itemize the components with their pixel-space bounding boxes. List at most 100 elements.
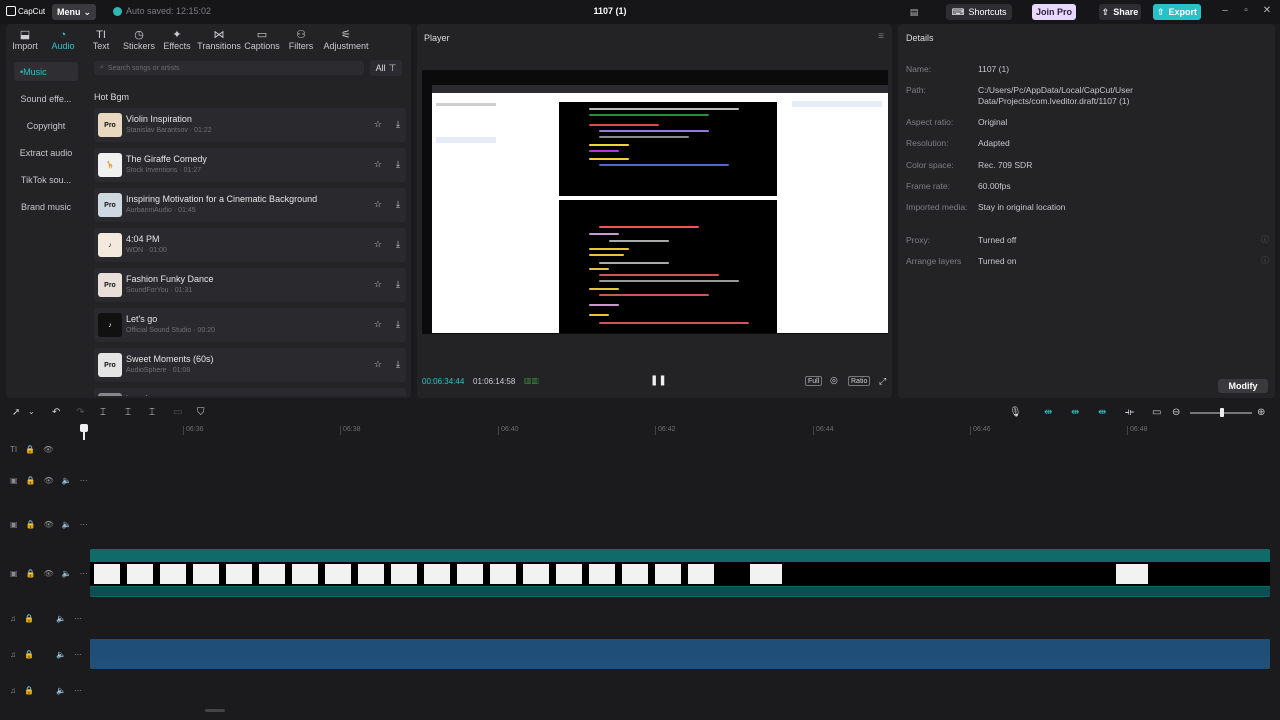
eye-icon[interactable]: 👁	[44, 569, 54, 578]
star-icon[interactable]: ☆	[374, 319, 382, 330]
speaker-icon[interactable]: 🔈	[62, 476, 72, 485]
magnet-icon[interactable]: ⇹	[1071, 407, 1079, 418]
maximize-icon[interactable]: ▫	[1240, 5, 1252, 17]
zoom-out-icon[interactable]: ⊖	[1172, 407, 1180, 418]
video-clip[interactable]	[90, 549, 1270, 597]
lock-icon[interactable]: 🔒	[24, 650, 34, 659]
timeline-ruler[interactable]: 06:36 06:38 06:40 06:42 06:44 06:46 06:4…	[90, 424, 1280, 436]
timeline-scrollbar[interactable]	[205, 709, 225, 712]
list-item[interactable]: 🦒 The Giraffe Comedy Stock Inventions · 01…	[94, 148, 406, 182]
split-right-icon[interactable]: ⌶	[149, 407, 155, 418]
link-main-track-icon[interactable]: ⇹	[1044, 407, 1052, 418]
layout-icon[interactable]: ▤	[904, 4, 924, 20]
lock-icon[interactable]: 🔒	[25, 445, 35, 454]
export-button[interactable]: ⇧ Export	[1153, 4, 1201, 20]
download-icon[interactable]: ⤓	[396, 199, 400, 210]
star-icon[interactable]: ☆	[374, 199, 382, 210]
lock-icon[interactable]: 🔒	[24, 614, 34, 623]
caption-icon[interactable]: ▭	[1152, 407, 1161, 418]
menu-button[interactable]: Menu ⌄	[52, 4, 96, 20]
tab-stickers[interactable]: ◷ Stickers	[120, 26, 158, 54]
full-quality-button[interactable]: Full	[805, 376, 823, 386]
star-icon[interactable]: ☆	[374, 159, 382, 170]
list-item[interactable]: Pro Fashion Funky Dance SoundForYou · 01:3…	[94, 268, 406, 302]
ratio-button[interactable]: Ratio	[848, 376, 871, 386]
filter-dropdown[interactable]: All ⊤	[370, 60, 402, 76]
link-icon[interactable]: ⇹	[1098, 407, 1106, 418]
tab-text[interactable]: TI Text	[82, 26, 120, 54]
lock-icon[interactable]: 🔒	[26, 520, 36, 529]
star-icon[interactable]: ☆	[374, 359, 382, 370]
audio-clip[interactable]	[90, 639, 1270, 669]
undo-icon[interactable]: ↶	[52, 407, 60, 418]
speaker-icon[interactable]: 🔈	[62, 569, 72, 578]
sidebar-item-brand-music[interactable]: Brand music	[14, 197, 78, 216]
video-preview[interactable]	[422, 70, 888, 334]
search-input[interactable]: ⌕ Search songs or artists	[94, 61, 364, 75]
more-icon[interactable]: ⋯	[74, 614, 82, 623]
redo-icon[interactable]: ↷	[76, 407, 84, 418]
download-icon[interactable]: ⤓	[396, 159, 400, 170]
download-icon[interactable]: ⤓	[396, 119, 400, 130]
modify-button[interactable]: Modify	[1218, 379, 1268, 393]
lock-icon[interactable]: 🔒	[26, 569, 36, 578]
tab-filters[interactable]: ⚇ Filters	[282, 26, 320, 54]
playhead[interactable]	[80, 424, 88, 440]
tab-effects[interactable]: ✦ Effects	[158, 26, 196, 54]
sidebar-item-extract-audio[interactable]: Extract audio	[14, 143, 78, 162]
download-icon[interactable]: ⤓	[396, 239, 400, 250]
list-item[interactable]: ♪ Let's go Official Sound Studio · 00:20 ☆ ⤓	[94, 308, 406, 342]
more-icon[interactable]: ⋯	[74, 686, 82, 695]
marker-icon[interactable]: ⛉	[197, 407, 205, 418]
star-icon[interactable]: ☆	[374, 119, 382, 130]
select-tool-icon[interactable]: ➚	[12, 407, 20, 418]
star-icon[interactable]: ☆	[374, 279, 382, 290]
lock-icon[interactable]: 🔒	[26, 476, 36, 485]
chevron-down-icon[interactable]: ⌄	[28, 407, 35, 416]
snapshot-icon[interactable]: ◎	[828, 376, 840, 386]
shortcuts-button[interactable]: ⌨ Shortcuts	[946, 4, 1012, 20]
eye-icon[interactable]: 👁	[44, 520, 54, 529]
sidebar-item-sound-effects[interactable]: Sound effe...	[14, 89, 78, 108]
list-item[interactable]: Pro Violin Inspiration Stanislav Barantsov…	[94, 108, 406, 142]
sidebar-item-tiktok-sounds[interactable]: TikTok sou...	[14, 170, 78, 189]
speaker-icon[interactable]: 🔈	[56, 686, 66, 695]
more-icon[interactable]: ⋯	[80, 520, 88, 529]
zoom-in-icon[interactable]: ⊕	[1257, 407, 1265, 418]
star-icon[interactable]: ☆	[374, 239, 382, 250]
list-item[interactable]: Pro Inspiring Motivation for a Cinematic …	[94, 188, 406, 222]
tab-transitions[interactable]: ⋈ Transitions	[196, 26, 242, 54]
sidebar-item-music[interactable]: • Music	[14, 62, 78, 81]
preview-axis-icon[interactable]: ⟛	[1125, 407, 1134, 418]
split-icon[interactable]: ⌶	[100, 407, 106, 418]
microphone-icon[interactable]: 🎙	[1009, 407, 1022, 418]
menu-icon[interactable]: ≡	[878, 31, 884, 42]
speaker-icon[interactable]: 🔈	[62, 520, 72, 529]
tab-import[interactable]: ⬓ Import	[6, 26, 44, 54]
lock-icon[interactable]: 🔒	[24, 686, 34, 695]
zoom-slider-handle[interactable]	[1220, 408, 1224, 417]
tab-audio[interactable]: ◔ Audio	[44, 26, 82, 54]
join-pro-button[interactable]: Join Pro	[1032, 4, 1076, 20]
more-icon[interactable]: ⋯	[74, 650, 82, 659]
pause-button[interactable]: ❚❚	[650, 375, 667, 386]
more-icon[interactable]: ⋯	[80, 569, 88, 578]
download-icon[interactable]: ⤓	[396, 319, 400, 330]
sidebar-item-copyright[interactable]: Copyright	[14, 116, 78, 135]
close-icon[interactable]: ✕	[1261, 5, 1273, 17]
list-item[interactable]: ♪ kyrathe	[94, 388, 406, 396]
fullscreen-icon[interactable]: ⤢	[879, 376, 886, 387]
eye-icon[interactable]: 👁	[43, 445, 53, 454]
tab-adjustment[interactable]: ⚟ Adjustment	[320, 26, 372, 54]
speaker-icon[interactable]: 🔈	[56, 650, 66, 659]
eye-icon[interactable]: 👁	[44, 476, 54, 485]
list-item[interactable]: Pro Sweet Moments (60s) AudioSphere · 01:0…	[94, 348, 406, 382]
more-icon[interactable]: ⋯	[80, 476, 88, 485]
info-icon[interactable]: ⓘ	[1261, 255, 1269, 266]
split-left-icon[interactable]: ⌶	[125, 407, 131, 418]
delete-icon[interactable]: ▭	[173, 407, 182, 418]
playhead-handle[interactable]	[80, 424, 88, 432]
minimize-icon[interactable]: –	[1219, 5, 1231, 17]
info-icon[interactable]: ⓘ	[1261, 234, 1269, 245]
download-icon[interactable]: ⤓	[396, 279, 400, 290]
